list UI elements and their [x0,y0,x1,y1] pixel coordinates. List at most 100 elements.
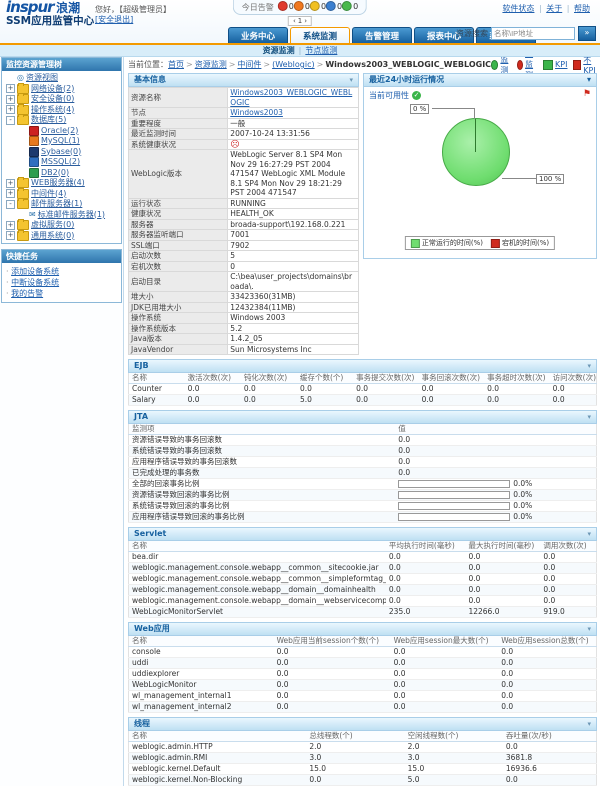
info-value: C:\bea\user_projects\domains\broada\. [228,272,359,292]
info-value: Windows2003 [228,108,359,119]
folder-icon [17,231,29,241]
tab-告警管理[interactable]: 告警管理 [352,27,412,43]
info-value-link[interactable]: Windows2003_WEBLOGIC_WEBLOGIC [230,88,352,107]
tree-item[interactable]: Oracle(2) [4,126,119,137]
alarm-badge-normal[interactable]: 0 [342,1,358,11]
expand-icon[interactable]: + [6,84,15,93]
alarm-badge-critical[interactable]: 0 [278,1,294,11]
table-cell: 0.0 [274,658,391,669]
quick-task-link[interactable]: 添加设备系统 [11,267,59,276]
subnav-节点监测[interactable]: 节点监测 [305,46,337,55]
column-header: 名称 [129,373,185,384]
basic-info-block: 基本信息▾ 资源名称Windows2003_WEBLOGIC_WEBLOGIC节… [128,73,359,355]
info-value-link[interactable]: Windows2003 [230,108,283,117]
search-go-button[interactable]: » [578,26,596,41]
column-header: 激活次数(次) [185,373,241,384]
collapse-icon[interactable]: ▾ [587,74,591,86]
collapse-icon[interactable]: ▾ [587,528,591,540]
quick-task-link[interactable]: 我的告警 [11,289,43,298]
table-row: uddiexplorer0.00.00.0 [129,669,597,680]
section-threads: 线程▾ 名称总线程数(个)空闲线程数(个)吞吐量(次/秒)weblogic.ad… [128,717,597,786]
quick-task-link[interactable]: 中断设备系统 [11,278,59,287]
tree-item[interactable]: MySQL(1) [4,136,119,147]
table-cell: 0.0 [484,395,550,406]
database-icon [29,157,39,167]
tree-item-label: MSSQL(2) [41,157,80,168]
header-link-0[interactable]: 软件状态 [502,4,534,13]
folder-icon [17,189,29,199]
tree-item-label: 网络设备(2) [31,84,74,95]
collapse-icon[interactable]: ▾ [587,623,591,635]
collapse-icon[interactable]: ▾ [349,74,353,86]
alert-flag-icon[interactable]: ⚑ [583,89,591,99]
pager-next-icon[interactable]: › [304,17,307,25]
alarm-badge-info[interactable]: 0 [326,1,342,11]
expand-icon[interactable]: + [6,189,15,198]
info-row: 宕机次数0 [129,261,359,272]
jta-metric-value: 0.0% [395,490,596,501]
table-cell: weblogic.management.console.webapp__doma… [129,585,386,596]
action-不KPI[interactable]: 不KPI [573,55,597,75]
alarm-badge-major[interactable]: 0 [294,1,310,11]
breadcrumb-item[interactable]: Windows2003_WEBLOGIC_WEBLOGIC [325,60,491,69]
breadcrumb-item[interactable]: 资源监测 [195,60,227,69]
expand-icon[interactable]: + [6,231,15,240]
tree-item[interactable]: +通用系统(0) [4,231,119,242]
action-KPI[interactable]: KPI [543,60,567,70]
table-cell: 16936.6 [503,764,597,775]
table-row: weblogic.management.console.webapp__doma… [129,596,597,607]
pager-prev-icon[interactable]: ‹ [293,17,296,25]
collapse-icon[interactable]: ▾ [587,411,591,423]
tree-item[interactable]: -邮件服务器(1) [4,199,119,210]
tree-item[interactable]: MSSQL(2) [4,157,119,168]
table-cell: weblogic.management.console.webapp__comm… [129,574,386,585]
collapse-icon[interactable]: - [6,200,15,209]
alarm-pager[interactable]: ‹ 1 › [288,16,312,26]
table-row: uddi0.00.00.0 [129,658,597,669]
info-label: 服务器监听端口 [129,230,228,241]
logout-link[interactable]: [安全退出] [95,15,133,24]
info-row: JavaVendorSun Microsystems Inc [129,344,359,355]
tree-item[interactable]: -数据库(5) [4,115,119,126]
info-label: Java版本 [129,334,228,345]
table-cell: 0.0 [353,395,419,406]
collapse-icon[interactable]: - [6,116,15,125]
breadcrumb-item[interactable]: 首页 [168,60,184,69]
sidebar: 监控资源管理树 ◎资源视图+网络设备(2)+安全设备(0)+操作系统(4)-数据… [0,56,124,786]
alarm-badge-minor[interactable]: 0 [310,1,326,11]
expand-icon[interactable]: + [6,221,15,230]
expand-icon[interactable]: + [6,95,15,104]
jta-metric-label: 已完成处理的事务数 [129,468,396,479]
pie-label-downtime: 0 % [410,104,429,114]
header-link-1[interactable]: 关于 [546,4,562,13]
column-header: 空闲线程数(个) [405,731,503,742]
expand-icon[interactable]: + [6,105,15,114]
info-label: 健康状况 [129,209,228,220]
table-cell: 15.0 [405,764,503,775]
expand-icon[interactable]: + [6,179,15,188]
collapse-icon[interactable]: ▾ [587,360,591,372]
collapse-icon[interactable]: ▾ [587,718,591,730]
info-label: JavaVendor [129,344,228,355]
table-cell: 0.0 [465,585,540,596]
table-row: weblogic.kernel.Non-Blocking0.05.00.0 [129,775,597,786]
breadcrumb-item[interactable]: 中间件 [237,60,261,69]
info-value: 7001 [228,230,359,241]
table-cell: 0.0 [550,384,597,395]
column-header: 缓存个数(个) [297,373,353,384]
info-label: 宕机次数 [129,261,228,272]
search-input[interactable] [491,27,575,40]
tree-item[interactable]: Sybase(0) [4,147,119,158]
tab-系统监测[interactable]: 系统监测 [290,27,350,43]
tab-业务中心[interactable]: 业务中心 [228,27,288,43]
table-row: wl_management_internal20.00.00.0 [129,702,597,713]
jta-value-text: 0.0 [398,457,410,466]
jta-value-text: 0.0 [398,435,410,444]
table-cell: 3681.8 [503,753,597,764]
header-link-2[interactable]: 帮助 [574,4,590,13]
section-webapp: Web应用▾ 名称Web应用当前session个数(个)Web应用session… [128,622,597,713]
subnav-资源监测[interactable]: 资源监测 [263,46,295,55]
table-cell: Salary [129,395,185,406]
breadcrumb-item[interactable]: (Weblogic) [272,60,315,69]
section-ejb: EJB▾ 名称激活次数(次)钝化次数(次)缓存个数(个)事务提交次数(次)事务回… [128,359,597,406]
